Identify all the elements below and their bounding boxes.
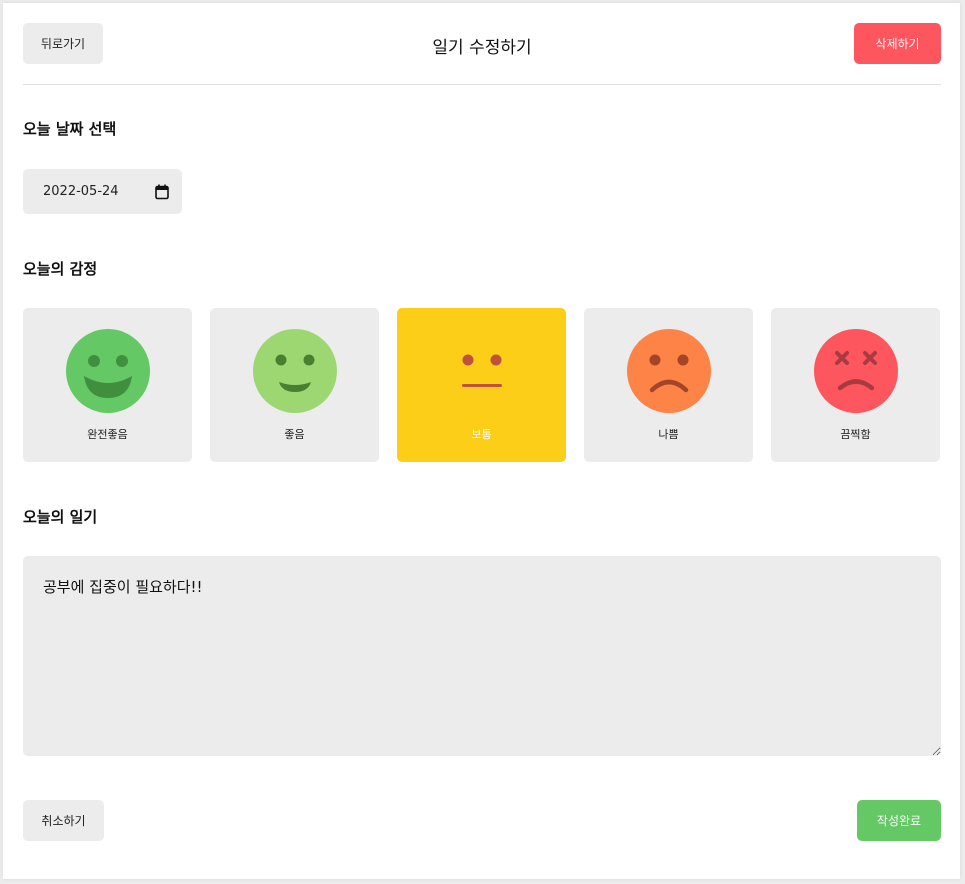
calendar-icon[interactable] <box>155 184 169 200</box>
header-divider <box>23 84 941 85</box>
cancel-button[interactable]: 취소하기 <box>23 800 104 841</box>
neutral-face-icon <box>440 329 524 413</box>
emotion-label: 보통 <box>471 428 492 441</box>
date-section-title: 오늘 날짜 선택 <box>23 120 117 138</box>
very-happy-face-icon <box>66 329 150 413</box>
page-title: 일기 수정하기 <box>432 38 532 58</box>
diary-edit-page: 뒤로가기 일기 수정하기 삭제하기 오늘 날짜 선택 2022-05-24 오늘… <box>3 3 960 879</box>
emotion-item-normal[interactable]: 보통 <box>397 308 566 462</box>
submit-button[interactable]: 작성완료 <box>857 800 941 841</box>
diary-textarea[interactable]: 공부에 집중이 필요하다!! <box>23 556 941 756</box>
emotion-list: 완전좋음 좋음 보통 나쁨 끔찍함 <box>23 308 941 462</box>
emotion-item-good[interactable]: 좋음 <box>210 308 379 462</box>
emotion-item-terrible[interactable]: 끔찍함 <box>771 308 940 462</box>
emotion-label: 끔찍함 <box>840 428 871 441</box>
emotion-label: 완전좋음 <box>87 428 128 441</box>
emotion-item-very-good[interactable]: 완전좋음 <box>23 308 192 462</box>
emotion-label: 좋음 <box>284 428 305 441</box>
emotion-label: 나쁨 <box>658 428 679 441</box>
date-input[interactable]: 2022-05-24 <box>23 169 182 214</box>
emotion-item-bad[interactable]: 나쁨 <box>584 308 753 462</box>
emotion-section-title: 오늘의 감정 <box>23 260 98 278</box>
delete-button[interactable]: 삭제하기 <box>854 23 941 64</box>
terrible-face-icon <box>814 329 898 413</box>
sad-face-icon <box>627 329 711 413</box>
header: 뒤로가기 일기 수정하기 삭제하기 <box>23 23 941 64</box>
happy-face-icon <box>253 329 337 413</box>
date-value: 2022-05-24 <box>43 184 119 199</box>
diary-section-title: 오늘의 일기 <box>23 508 98 526</box>
